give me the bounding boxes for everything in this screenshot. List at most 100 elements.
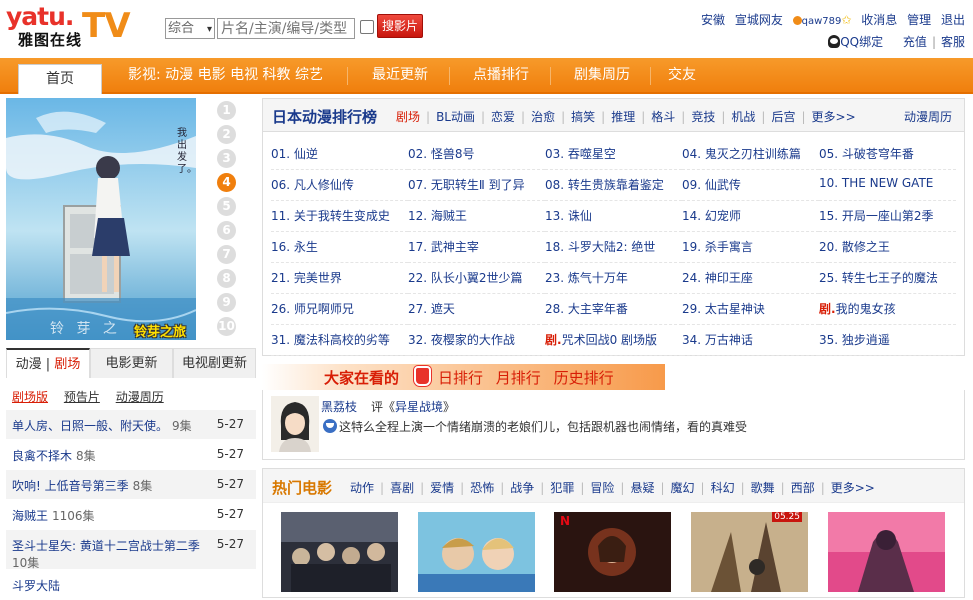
anime-ranking-item[interactable]: 15. 开局一座山第2季 — [819, 201, 956, 232]
anime-cat-sports[interactable]: 竞技 — [691, 110, 715, 124]
commenter-name[interactable]: 黑荔枝 — [321, 398, 357, 415]
search-button[interactable]: 搜影片 — [377, 14, 423, 38]
movie-thumbnail[interactable] — [418, 512, 535, 592]
anime-ranking-item[interactable]: 08. 转生贵族靠着鉴定 — [545, 170, 682, 201]
list-item-title[interactable]: 圣斗士星矢: 黄道十二宫战士第二季 — [12, 539, 200, 553]
tab-anime[interactable]: 动漫 | 剧场 — [6, 348, 90, 378]
anime-ranking-item[interactable]: 10. THE NEW GATE — [819, 170, 956, 201]
anime-ranking-item[interactable]: 22. 队长小翼2世少篇 — [408, 263, 545, 294]
movie-category-link[interactable]: 喜剧 — [390, 481, 414, 495]
anime-ranking-item[interactable]: 14. 幻宠师 — [682, 201, 819, 232]
list-item[interactable]: 良禽不择木 8集 5-27 — [6, 440, 256, 470]
rank-6[interactable]: 6 — [217, 221, 236, 240]
poster-caption[interactable]: 铃芽之旅 — [134, 321, 186, 340]
service-link[interactable]: 客服 — [941, 35, 965, 49]
site-logo[interactable]: yatu. 雅图在线 TV — [6, 2, 136, 49]
list-item-title[interactable]: 单人房、日照一般、附天使。 — [12, 419, 168, 433]
anime-ranking-item[interactable]: 18. 斗罗大陆2: 绝世 — [545, 232, 682, 263]
subnav-weekly[interactable]: 动漫周历 — [116, 390, 164, 404]
rank-4[interactable]: 4 — [217, 173, 236, 192]
rank-2[interactable]: 2 — [217, 125, 236, 144]
avatar[interactable] — [271, 396, 319, 452]
anime-ranking-item[interactable]: 16. 永生 — [271, 232, 408, 263]
anime-cat-fighting[interactable]: 格斗 — [651, 110, 675, 124]
anime-ranking-item[interactable]: 27. 遮天 — [408, 294, 545, 325]
anime-cat-more[interactable]: 更多>> — [812, 110, 856, 124]
nav-ranking[interactable]: 点播排行 — [473, 58, 529, 92]
anime-cat-mecha[interactable]: 机战 — [731, 110, 755, 124]
anime-ranking-item[interactable]: 01. 仙逆 — [271, 139, 408, 170]
movie-category-link[interactable]: 恐怖 — [470, 481, 494, 495]
monthly-ranking-link[interactable]: 月排行 — [496, 369, 541, 387]
anime-ranking-item[interactable]: 07. 无职转生Ⅱ 到了异 — [408, 170, 545, 201]
anime-ranking-item[interactable]: 23. 炼气十万年 — [545, 263, 682, 294]
movie-category-link[interactable]: 爱情 — [430, 481, 454, 495]
list-item[interactable]: 单人房、日照一般、附天使。 9集 5-27 — [6, 410, 256, 440]
tab-movie-updates[interactable]: 电影更新 — [90, 348, 173, 378]
anime-ranking-item[interactable]: 12. 海贼王 — [408, 201, 545, 232]
rank-3[interactable]: 3 — [217, 149, 236, 168]
nav-categories[interactable]: 影视: 动漫 电影 电视 科教 综艺 — [128, 58, 323, 92]
movie-category-link[interactable]: 战争 — [510, 481, 534, 495]
tab-tv-updates[interactable]: 电视剧更新 — [173, 348, 256, 378]
anime-cat-healing[interactable]: 治愈 — [531, 110, 555, 124]
rank-10[interactable]: 10 — [217, 317, 236, 336]
anime-ranking-item[interactable]: 04. 鬼灭之刃柱训练篇 — [682, 139, 819, 170]
anime-cat-harem[interactable]: 后宫 — [771, 110, 795, 124]
anime-cat-bl[interactable]: BL动画 — [436, 110, 475, 124]
history-ranking-link[interactable]: 历史排行 — [554, 369, 614, 387]
movie-thumbnail[interactable]: N — [554, 512, 671, 592]
movie-thumbnail[interactable]: 05.25 — [691, 512, 808, 592]
anime-ranking-item[interactable]: 25. 转生七王子的魔法 — [819, 263, 956, 294]
rank-9[interactable]: 9 — [217, 293, 236, 312]
rank-8[interactable]: 8 — [217, 269, 236, 288]
list-item[interactable]: 斗罗大陆 — [6, 570, 256, 600]
anime-ranking-item[interactable]: 32. 夜樱家的大作战 — [408, 325, 545, 356]
anime-ranking-item[interactable]: 34. 万古神话 — [682, 325, 819, 356]
anime-ranking-item[interactable]: 21. 完美世界 — [271, 263, 408, 294]
nav-recent[interactable]: 最近更新 — [372, 58, 428, 92]
comment-movie-link[interactable]: 异星战境 — [395, 400, 443, 414]
movie-category-link[interactable]: 悬疑 — [630, 481, 654, 495]
nav-weekly[interactable]: 剧集周历 — [574, 58, 630, 92]
movie-thumbnail[interactable] — [281, 512, 398, 592]
anime-ranking-item[interactable]: 剧.咒术回战0 剧场版 — [545, 325, 682, 356]
movie-category-link[interactable]: 犯罪 — [550, 481, 574, 495]
nav-social[interactable]: 交友 — [668, 58, 696, 92]
rank-5[interactable]: 5 — [217, 197, 236, 216]
movie-category-link[interactable]: 更多>> — [831, 481, 875, 495]
logout-link[interactable]: 退出 — [941, 13, 965, 27]
subnav-trailer[interactable]: 预告片 — [64, 390, 100, 404]
anime-ranking-item[interactable]: 29. 太古星神诀 — [682, 294, 819, 325]
anime-ranking-item[interactable]: 20. 散修之王 — [819, 232, 956, 263]
rank-7[interactable]: 7 — [217, 245, 236, 264]
anime-ranking-item[interactable]: 31. 魔法科高校的劣等 — [271, 325, 408, 356]
list-item[interactable]: 圣斗士星矢: 黄道十二宫战士第二季 10集 5-27 — [6, 530, 256, 570]
anime-cat-theater[interactable]: 剧场 — [396, 110, 420, 124]
anime-ranking-item[interactable]: 09. 仙武传 — [682, 170, 819, 201]
nav-home[interactable]: 首页 — [18, 64, 102, 94]
rank-1[interactable]: 1 — [217, 101, 236, 120]
anime-ranking-item[interactable]: 13. 诛仙 — [545, 201, 682, 232]
movie-category-link[interactable]: 科幻 — [711, 481, 735, 495]
anime-ranking-item[interactable]: 06. 凡人修仙传 — [271, 170, 408, 201]
search-checkbox[interactable] — [360, 20, 374, 34]
search-type-select[interactable]: 综合 ▾ — [165, 18, 215, 39]
movie-category-link[interactable]: 动作 — [350, 481, 374, 495]
subnav-theater[interactable]: 剧场版 — [12, 390, 48, 404]
anime-ranking-item[interactable]: 26. 师兄啊师兄 — [271, 294, 408, 325]
featured-poster[interactable]: 我出发了。 铃 芽 之 — [6, 98, 196, 340]
anime-ranking-item[interactable]: 19. 杀手寓言 — [682, 232, 819, 263]
anime-ranking-item[interactable]: 35. 独步逍遥 — [819, 325, 956, 356]
recharge-link[interactable]: 充值 — [903, 35, 927, 49]
anime-ranking-item[interactable]: 剧.我的鬼女孩 — [819, 294, 956, 325]
list-item[interactable]: 吹响! 上低音号第三季 8集 5-27 — [6, 470, 256, 500]
hot-movies-title[interactable]: 热门电影 — [272, 477, 332, 498]
list-item[interactable]: 海贼王 1106集 5-27 — [6, 500, 256, 530]
manage-link[interactable]: 管理 — [907, 13, 931, 27]
anime-ranking-item[interactable]: 24. 神印王座 — [682, 263, 819, 294]
search-input[interactable] — [217, 18, 355, 39]
anime-ranking-item[interactable]: 11. 关于我转生变成史 — [271, 201, 408, 232]
anime-ranking-item[interactable]: 17. 武神主宰 — [408, 232, 545, 263]
username-link[interactable]: qaw789 — [802, 16, 842, 27]
